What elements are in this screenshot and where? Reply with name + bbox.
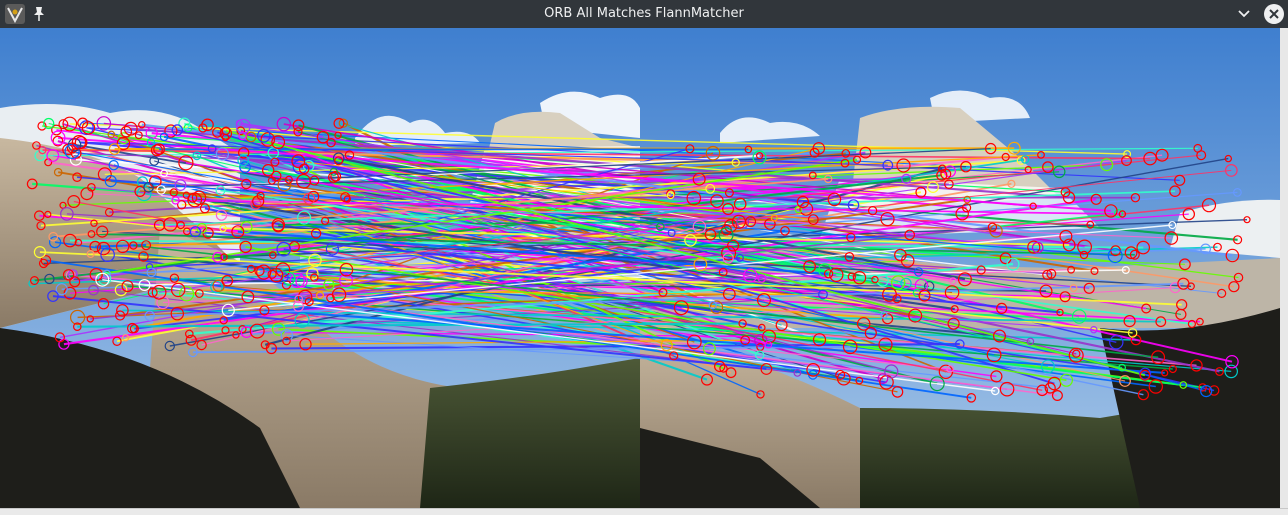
chevron-down-icon[interactable] [1236, 6, 1252, 22]
window-title: ORB All Matches FlannMatcher [0, 0, 1288, 28]
titlebar[interactable]: ORB All Matches FlannMatcher [0, 0, 1288, 28]
close-icon[interactable] [1264, 4, 1284, 24]
image-canvas [0, 28, 1280, 508]
window-right-border [1280, 28, 1288, 508]
app-window: ORB All Matches FlannMatcher [0, 0, 1288, 514]
matches-image [0, 28, 1280, 508]
